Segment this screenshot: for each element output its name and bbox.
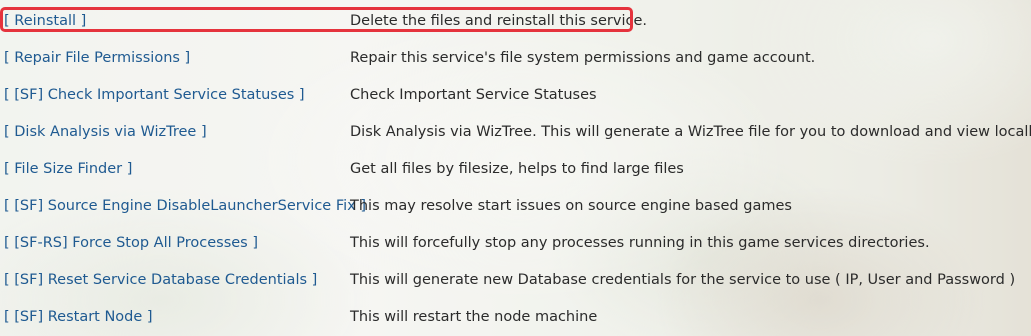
disk-analysis-link[interactable]: [ Disk Analysis via WizTree ] bbox=[4, 124, 207, 140]
source-engine-fix-link[interactable]: [ [SF] Source Engine DisableLauncherServ… bbox=[4, 198, 366, 214]
file-size-finder-description: Get all files by filesize, helps to find… bbox=[350, 160, 684, 177]
reset-database-credentials-description: This will generate new Database credenti… bbox=[350, 271, 1016, 288]
action-row-check-statuses: [ [SF] Check Important Service Statuses … bbox=[0, 76, 1031, 113]
repair-file-permissions-link[interactable]: [ Repair File Permissions ] bbox=[4, 50, 190, 66]
reinstall-link[interactable]: [ Reinstall ] bbox=[4, 13, 86, 29]
service-actions-list: [ Reinstall ] Delete the files and reins… bbox=[0, 2, 1031, 335]
disk-analysis-description: Disk Analysis via WizTree. This will gen… bbox=[350, 123, 1031, 140]
force-stop-processes-description: This will forcefully stop any processes … bbox=[350, 234, 930, 251]
file-size-finder-link[interactable]: [ File Size Finder ] bbox=[4, 161, 132, 177]
repair-file-permissions-description: Repair this service's file system permis… bbox=[350, 49, 816, 66]
force-stop-processes-link[interactable]: [ [SF-RS] Force Stop All Processes ] bbox=[4, 235, 258, 251]
action-row-repair-permissions: [ Repair File Permissions ] Repair this … bbox=[0, 39, 1031, 76]
action-row-source-engine-fix: [ [SF] Source Engine DisableLauncherServ… bbox=[0, 187, 1031, 224]
action-row-disk-analysis: [ Disk Analysis via WizTree ] Disk Analy… bbox=[0, 113, 1031, 150]
action-row-reset-db-credentials: [ [SF] Reset Service Database Credential… bbox=[0, 261, 1031, 298]
action-row-restart-node: [ [SF] Restart Node ] This will restart … bbox=[0, 298, 1031, 335]
action-row-reinstall: [ Reinstall ] Delete the files and reins… bbox=[0, 2, 1031, 39]
restart-node-description: This will restart the node machine bbox=[350, 308, 598, 325]
check-service-statuses-description: Check Important Service Statuses bbox=[350, 86, 597, 103]
reinstall-description: Delete the files and reinstall this serv… bbox=[350, 12, 647, 29]
reset-database-credentials-link[interactable]: [ [SF] Reset Service Database Credential… bbox=[4, 272, 317, 288]
restart-node-link[interactable]: [ [SF] Restart Node ] bbox=[4, 309, 153, 325]
source-engine-fix-description: This may resolve start issues on source … bbox=[350, 197, 792, 214]
action-row-file-size-finder: [ File Size Finder ] Get all files by fi… bbox=[0, 150, 1031, 187]
check-service-statuses-link[interactable]: [ [SF] Check Important Service Statuses … bbox=[4, 87, 305, 103]
action-row-force-stop: [ [SF-RS] Force Stop All Processes ] Thi… bbox=[0, 224, 1031, 261]
